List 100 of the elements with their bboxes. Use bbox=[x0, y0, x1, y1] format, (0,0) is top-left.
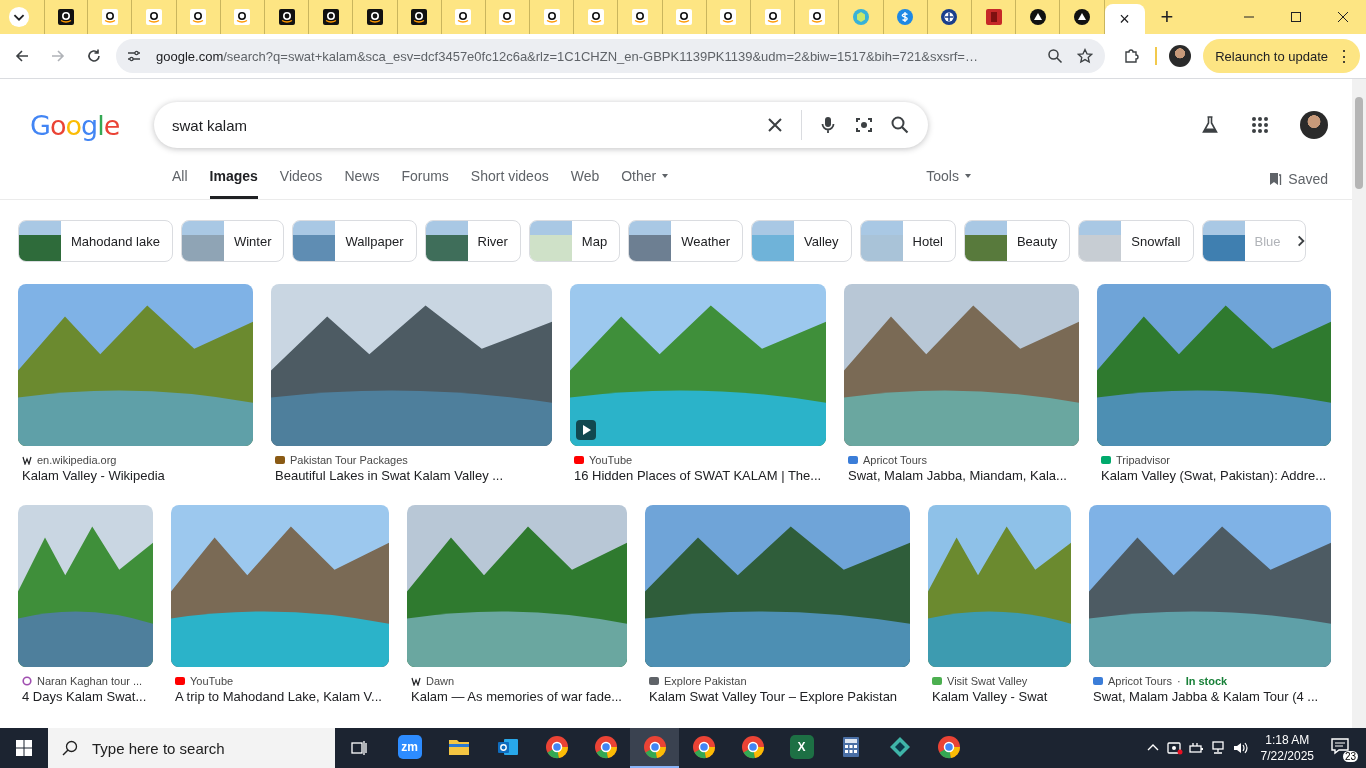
search-tab[interactable]: Videos bbox=[279, 168, 323, 199]
search-field[interactable]: swat kalam bbox=[154, 102, 928, 148]
site-favicon-icon bbox=[275, 455, 285, 465]
back-arrow-icon[interactable] bbox=[14, 48, 30, 64]
landscape-photo-placeholder[interactable] bbox=[1089, 505, 1331, 667]
smile-logo-icon bbox=[587, 9, 604, 25]
maximize-icon[interactable] bbox=[1290, 11, 1302, 23]
account-avatar[interactable] bbox=[1300, 111, 1328, 139]
thumbnail-placeholder bbox=[529, 221, 572, 261]
search-tab[interactable]: All bbox=[172, 168, 188, 199]
url-text: google.com/search?q=swat+kalam&sca_esv=dcf3457e0fc12c6a&rlz=1C1CHZN_en-GBPK1139PK1139&udm=2&biw=1517&bih=721&sxsrf=… bbox=[156, 48, 979, 64]
source-name[interactable]: YouTube bbox=[190, 675, 234, 687]
related-search-chip[interactable]: Beauty bbox=[963, 220, 1071, 262]
source-name[interactable]: Apricot Tours bbox=[863, 454, 927, 466]
reload-icon[interactable] bbox=[86, 48, 102, 64]
thumbnail-placeholder bbox=[293, 221, 336, 261]
related-search-chip[interactable]: Snowfall bbox=[1078, 220, 1194, 262]
result-title[interactable]: 4 Days Kalam Swat... bbox=[18, 689, 153, 704]
new-tab-button[interactable]: + bbox=[1160, 6, 1174, 28]
flask-icon[interactable] bbox=[1200, 115, 1220, 135]
google-logo[interactable]: Google bbox=[30, 109, 154, 141]
source-name[interactable]: Dawn bbox=[426, 675, 455, 687]
profile-avatar[interactable] bbox=[1169, 45, 1192, 67]
result-title[interactable]: Swat, Malam Jabba & Kalam Tour (4 ... bbox=[1089, 689, 1331, 704]
caret-icon bbox=[662, 174, 669, 178]
source-name[interactable]: Tripadvisor bbox=[1116, 454, 1170, 466]
apps-grid-icon[interactable] bbox=[1250, 115, 1270, 135]
taskbar-app-button[interactable] bbox=[630, 728, 679, 768]
landscape-photo-placeholder[interactable] bbox=[844, 284, 1079, 446]
camera-icon[interactable] bbox=[1166, 740, 1183, 756]
windows-start-icon[interactable] bbox=[16, 740, 32, 756]
search-tab[interactable]: Other bbox=[621, 168, 669, 199]
address-bar[interactable]: google.com/search?q=swat+kalam&sca_esv=dcf3457e0fc12c6a&rlz=1C1CHZN_en-GBPK1139PK1139&udm=2&biw=1517&bih=721&sxsrf=… bbox=[116, 39, 1106, 73]
extensions-puzzle-icon[interactable] bbox=[1123, 48, 1140, 64]
taskbar-app-button[interactable]: X bbox=[777, 728, 826, 768]
clock-date: 7/22/2025 bbox=[1260, 748, 1314, 764]
search-tab[interactable]: Short videos bbox=[470, 168, 549, 199]
smile-logo-icon bbox=[322, 9, 339, 25]
site-settings-icon[interactable] bbox=[126, 48, 142, 64]
task-view-icon[interactable] bbox=[349, 738, 369, 758]
browser-icon bbox=[642, 735, 667, 759]
search-icon bbox=[62, 740, 78, 756]
site-favicon-icon bbox=[175, 676, 185, 686]
related-search-chip[interactable]: Hotel bbox=[859, 220, 956, 262]
source-name[interactable]: Pakistan Tour Packages bbox=[290, 454, 408, 466]
camera-lens-icon[interactable] bbox=[854, 115, 874, 135]
close-tab-button[interactable]: × bbox=[1119, 10, 1130, 28]
saved-link[interactable]: Saved bbox=[1268, 171, 1328, 199]
result-title[interactable]: Kalam Valley (Swat, Pakistan): Addre... bbox=[1097, 468, 1331, 483]
relaunch-button[interactable]: Relaunch to update ⋮ bbox=[1203, 39, 1360, 73]
result-title[interactable]: Kalam — As memories of war fade... bbox=[407, 689, 627, 704]
result-title[interactable]: Kalam Valley - Swat bbox=[928, 689, 1071, 704]
bookmark-star-icon[interactable] bbox=[1077, 48, 1094, 64]
search-tab[interactable]: Web bbox=[570, 168, 600, 199]
volume-icon[interactable] bbox=[1232, 740, 1249, 756]
search-tab[interactable]: Forums bbox=[401, 168, 449, 199]
related-search-chip[interactable]: River bbox=[424, 220, 521, 262]
source-name[interactable]: en.wikipedia.org bbox=[37, 454, 117, 466]
search-icon[interactable] bbox=[890, 115, 910, 135]
search-tab[interactable]: News bbox=[344, 168, 380, 199]
related-search-chip[interactable]: Weather bbox=[628, 220, 744, 262]
thumbnail-placeholder bbox=[860, 221, 903, 261]
landscape-photo-placeholder[interactable] bbox=[407, 505, 627, 667]
zoom-magnifier-icon[interactable] bbox=[1047, 48, 1064, 64]
browser-icon bbox=[936, 735, 961, 759]
browser-icon bbox=[740, 735, 765, 759]
tools-menu[interactable]: Tools bbox=[926, 168, 971, 199]
related-search-chip[interactable]: Map bbox=[528, 220, 621, 262]
close-icon[interactable] bbox=[1337, 11, 1349, 23]
landscape-photo-placeholder[interactable] bbox=[171, 505, 389, 667]
battery-plug-icon[interactable] bbox=[1188, 740, 1205, 756]
landscape-photo-placeholder[interactable] bbox=[271, 284, 552, 446]
browser-tab[interactable] bbox=[44, 0, 89, 34]
source-name[interactable]: Visit Swat Valley bbox=[947, 675, 1028, 687]
landscape-photo-placeholder[interactable] bbox=[645, 505, 910, 667]
result-title[interactable]: 16 Hidden Places of SWAT KALAM | The... bbox=[570, 468, 826, 483]
source-name[interactable]: Naran Kaghan tour ... bbox=[37, 675, 143, 687]
source-name[interactable]: Apricot Tours bbox=[1108, 675, 1172, 687]
taskbar-search-field[interactable]: Type here to search bbox=[48, 728, 335, 768]
source-name[interactable]: YouTube bbox=[589, 454, 633, 466]
network-icon[interactable] bbox=[1210, 740, 1227, 756]
scrollbar-thumb[interactable] bbox=[1355, 97, 1363, 189]
result-title[interactable]: Beautiful Lakes in Swat Kalam Valley ... bbox=[271, 468, 552, 483]
result-title[interactable]: A trip to Mahodand Lake, Kalam V... bbox=[171, 689, 389, 704]
result-title[interactable]: Swat, Malam Jabba, Miandam, Kala... bbox=[844, 468, 1079, 483]
related-search-chip[interactable]: Winter bbox=[180, 220, 285, 262]
related-search-chip[interactable]: Wallpaper bbox=[292, 220, 417, 262]
related-search-chip[interactable]: Mahodand lake bbox=[18, 220, 173, 262]
source-name[interactable]: Explore Pakistan bbox=[664, 675, 747, 687]
clock[interactable]: 1:18 AM 7/22/2025 bbox=[1260, 732, 1314, 764]
landscape-photo-placeholder[interactable] bbox=[18, 505, 153, 667]
related-search-chip[interactable]: Valley bbox=[751, 220, 852, 262]
search-tab[interactable]: Images bbox=[209, 168, 258, 199]
browser-tab[interactable]: × bbox=[1104, 4, 1145, 34]
tab-search-icon[interactable] bbox=[8, 6, 30, 28]
result-title[interactable]: Kalam Valley - Wikipedia bbox=[18, 468, 253, 483]
play-icon bbox=[576, 420, 596, 440]
smile-logo-icon bbox=[455, 9, 472, 25]
result-title[interactable]: Kalam Swat Valley Tour – Explore Pakistan bbox=[645, 689, 910, 704]
smile-logo-icon bbox=[411, 9, 428, 25]
